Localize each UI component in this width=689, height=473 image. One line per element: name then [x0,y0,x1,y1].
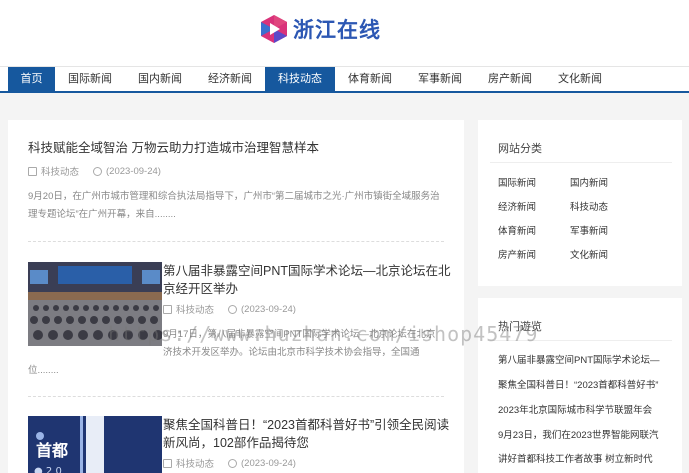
site-logo[interactable]: 浙江在线 [260,14,381,44]
sidebar-title: 网站分类 [498,143,542,155]
nav-item-realestate[interactable]: 房产新闻 [475,67,545,92]
hot-link[interactable]: 第八届非暴露空间PNT国际学术论坛— [498,352,668,366]
article-title[interactable]: 聚焦全国科普日！“2023首都科普好书”引领全民阅读 新风尚，102部作品揭待您 [163,416,453,452]
category-icon [163,458,172,468]
main-nav: 首页 国际新闻 国内新闻 经济新闻 科技动态 体育新闻 军事新闻 房产新闻 文化… [0,66,689,93]
divider [490,340,672,341]
summary-line: 理专题论坛”在广州开幕，来自........ [28,209,176,220]
summary-line: 9月20日，在广州市城市管理和综合执法局指导下，广州市“第二届城市之光·广州市镇… [28,191,440,202]
category-icon [28,166,37,176]
hot-link[interactable]: 9月23日，我们在2023世界智能网联汽 [498,427,668,441]
hot-link[interactable]: 讲好首都科技工作者故事 树立新时代 [498,451,668,465]
svg-text:首都: 首都 [36,441,68,460]
article-thumbnail[interactable]: 首都 ● 2 0 [28,416,162,473]
hot-link[interactable]: 2023年北京国际城市科学节联盟年会 [498,402,668,416]
title-line[interactable]: 第八届非暴露空间PNT国际学术论坛—北京论坛在北 [163,262,453,280]
nav-item-international[interactable]: 国际新闻 [55,67,125,92]
article-meta: 科技动态 (2023-09-24) [28,164,161,178]
divider [28,396,444,397]
clock-icon [228,304,238,314]
site-header: 浙江在线 [0,0,689,66]
article-category[interactable]: 科技动态 [176,456,214,470]
category-link[interactable]: 经济新闻 [498,199,536,213]
nav-item-military[interactable]: 军事新闻 [405,67,475,92]
clock-icon [93,166,103,176]
article-summary-tail: 位........ [28,365,59,376]
category-link[interactable]: 科技动态 [570,199,608,213]
svg-text:● 2 0: ● 2 0 [34,466,62,473]
site-name: 浙江在线 [293,18,381,42]
sidebar-title: 热门遊览 [498,321,542,333]
article-date: (2023-09-24) [241,303,296,315]
summary-line: 9月17日，第八届非暴露空间PNT国际学术论坛—北京论坛在北京 [163,329,436,340]
category-link[interactable]: 房产新闻 [498,247,536,261]
category-link[interactable]: 体育新闻 [498,223,536,237]
article-thumbnail[interactable] [28,262,162,346]
title-line[interactable]: 京经开区举办 [163,280,453,298]
nav-item-tech[interactable]: 科技动态 [265,67,335,92]
nav-item-culture[interactable]: 文化新闻 [545,67,615,92]
article-title[interactable]: 第八届非暴露空间PNT国际学术论坛—北京论坛在北 京经开区举办 [163,262,453,298]
conference-image [28,262,162,346]
title-line[interactable]: 聚焦全国科普日！“2023首都科普好书”引领全民阅读 [163,416,453,434]
logo-icon [261,15,287,43]
nav-item-domestic[interactable]: 国内新闻 [125,67,195,92]
divider [28,241,444,242]
article-date: (2023-09-24) [241,457,296,469]
article-category[interactable]: 科技动态 [41,164,79,178]
sidebar-hot: 热门遊览 第八届非暴露空间PNT国际学术论坛— 聚焦全国科普日！“2023首都科… [478,298,682,473]
book-cover-image: 首都 ● 2 0 [28,416,162,473]
category-link[interactable]: 国际新闻 [498,175,536,189]
article-list: 科技赋能全域智治 万物云助力打造城市治理智慧样本 科技动态 (2023-09-2… [8,120,464,473]
category-icon [163,304,172,314]
category-link[interactable]: 国内新闻 [570,175,608,189]
title-line[interactable]: 新风尚，102部作品揭待您 [163,434,453,452]
article-summary: 9月17日，第八届非暴露空间PNT国际学术论坛—北京论坛在北京 济技术开发区举办… [163,326,435,362]
article-title[interactable]: 科技赋能全域智治 万物云助力打造城市治理智慧样本 [28,139,319,157]
category-link[interactable]: 文化新闻 [570,247,608,261]
summary-line: 济技术开发区举办。论坛由北京市科学技术协会指导，全国通 [163,347,420,358]
article-meta: 科技动态 (2023-09-24) [163,302,296,316]
article-date: (2023-09-24) [106,165,161,177]
article-category[interactable]: 科技动态 [176,302,214,316]
sidebar-categories: 网站分类 国际新闻 国内新闻 经济新闻 科技动态 体育新闻 军事新闻 房产新闻 … [478,120,682,286]
clock-icon [228,458,238,468]
article-meta: 科技动态 (2023-09-24) [163,456,296,470]
nav-item-home[interactable]: 首页 [8,67,55,92]
article-summary: 9月20日，在广州市城市管理和综合执法局指导下，广州市“第二届城市之光·广州市镇… [28,188,440,224]
nav-item-sports[interactable]: 体育新闻 [335,67,405,92]
nav-item-economy[interactable]: 经济新闻 [195,67,265,92]
hot-link[interactable]: 聚焦全国科普日！“2023首都科普好书” [498,377,668,391]
divider [490,162,672,163]
category-link[interactable]: 军事新闻 [570,223,608,237]
